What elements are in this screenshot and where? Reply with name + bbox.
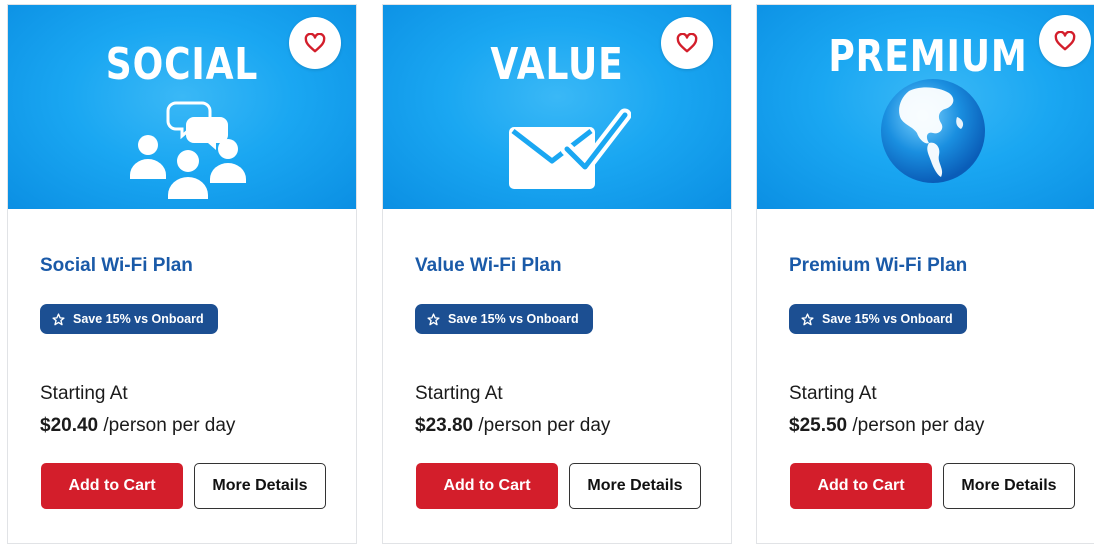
hero-title: PREMIUM: [828, 31, 1028, 82]
hero-title: VALUE: [490, 39, 624, 90]
savings-badge: Save 15% vs Onboard: [40, 304, 218, 334]
favorite-button[interactable]: [661, 17, 713, 69]
add-to-cart-button[interactable]: Add to Cart: [790, 463, 932, 509]
hero-title: SOCIAL: [105, 39, 259, 90]
add-to-cart-button[interactable]: Add to Cart: [41, 463, 183, 509]
plan-card-premium: PREMIUM Premium Wi-Fi Plan Save 15% vs O…: [756, 4, 1094, 544]
heart-icon: [1054, 31, 1076, 51]
price-line: $20.40 /person per day: [40, 415, 235, 437]
star-icon: [52, 312, 65, 325]
plan-title[interactable]: Value Wi-Fi Plan: [415, 255, 562, 277]
add-to-cart-button[interactable]: Add to Cart: [416, 463, 558, 509]
more-details-button[interactable]: More Details: [943, 463, 1075, 509]
price-line: $23.80 /person per day: [415, 415, 610, 437]
plan-card-social: SOCIAL Social Wi-Fi Plan Save 15% vs Onb…: [7, 4, 357, 544]
savings-badge: Save 15% vs Onboard: [789, 304, 967, 334]
price-line: $25.50 /person per day: [789, 415, 984, 437]
favorite-button[interactable]: [289, 17, 341, 69]
star-icon: [427, 312, 440, 325]
plan-title[interactable]: Social Wi-Fi Plan: [40, 255, 193, 277]
more-details-button[interactable]: More Details: [194, 463, 326, 509]
more-details-button[interactable]: More Details: [569, 463, 701, 509]
price-unit: /person per day: [852, 415, 985, 436]
badge-text: Save 15% vs Onboard: [822, 312, 953, 326]
plan-title[interactable]: Premium Wi-Fi Plan: [789, 255, 967, 277]
badge-text: Save 15% vs Onboard: [448, 312, 579, 326]
envelope-check-icon: [509, 108, 631, 189]
star-icon: [801, 312, 814, 325]
price-unit: /person per day: [478, 415, 611, 436]
badge-text: Save 15% vs Onboard: [73, 312, 204, 326]
plan-card-value: VALUE Value Wi-Fi Plan Save 15% vs Onboa…: [382, 4, 732, 544]
savings-badge: Save 15% vs Onboard: [415, 304, 593, 334]
heart-icon: [304, 33, 326, 53]
price-value: $25.50: [789, 415, 848, 436]
starting-at-label: Starting At: [415, 383, 503, 404]
starting-at-label: Starting At: [789, 383, 877, 404]
heart-icon: [676, 33, 698, 53]
people-chat-icon: [130, 101, 246, 199]
price-unit: /person per day: [103, 415, 236, 436]
globe-icon: [881, 79, 985, 183]
price-value: $20.40: [40, 415, 99, 436]
starting-at-label: Starting At: [40, 383, 128, 404]
favorite-button[interactable]: [1039, 15, 1091, 67]
price-value: $23.80: [415, 415, 474, 436]
